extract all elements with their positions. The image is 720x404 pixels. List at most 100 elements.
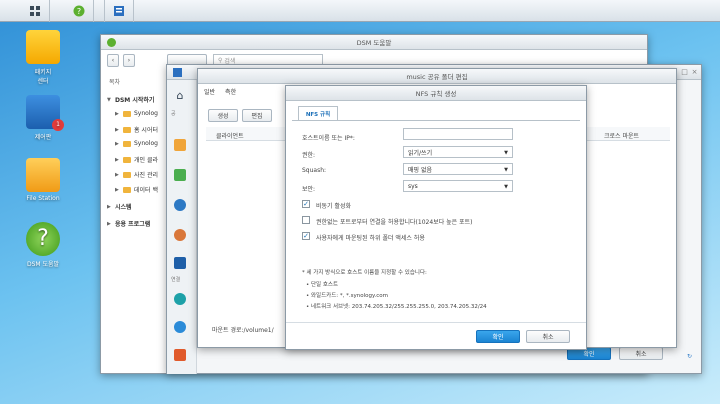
quickconnect-icon [174, 293, 186, 305]
async-checkbox[interactable]: ✓ [302, 200, 310, 208]
folder-icon [26, 158, 60, 192]
nfs-cancel-button[interactable]: 취소 [526, 330, 570, 343]
shared-folder-icon [174, 139, 186, 151]
taskbar: ? [0, 0, 720, 22]
expand-icon: ▶ [115, 186, 119, 193]
tree-item[interactable]: ▶ Synolog [115, 110, 158, 117]
desktop-icon-control-panel[interactable]: 1 제어판 [13, 95, 73, 141]
sidebar-item[interactable] [167, 342, 193, 368]
edit-button[interactable]: 편집 [242, 109, 272, 122]
hostname-note-item: • 네트워크 서브넷: 203.74.205.32/255.255.255.0,… [306, 304, 487, 310]
hostname-note: * 세 가지 방식으로 호스트 이름을 지정할 수 있습니다: [302, 270, 427, 276]
subfolder-access-checkbox[interactable]: ✓ [302, 232, 310, 240]
tab-divider [292, 120, 580, 121]
maximize-icon[interactable]: □ [681, 69, 688, 76]
tree-item[interactable]: ▶ Synolog [115, 140, 158, 147]
tree-item[interactable]: ▶ 홈 시어터 [115, 125, 158, 134]
package-center-icon [26, 30, 60, 64]
forward-button[interactable]: › [123, 54, 135, 67]
control-panel-icon: 1 [26, 95, 64, 131]
tab-permissions[interactable]: 측한 [225, 87, 236, 96]
sidebar-item[interactable] [167, 132, 193, 158]
tree-item[interactable]: ▶ 데이터 백 [115, 185, 158, 194]
folder-icon [123, 110, 131, 117]
chevron-down-icon: ▼ [504, 184, 508, 190]
column-header-client: 클라이언트 [216, 133, 244, 140]
refresh-icon[interactable]: ↻ [687, 353, 692, 360]
domain-icon [174, 257, 186, 269]
group-icon [174, 229, 186, 241]
back-button[interactable]: ‹ [107, 54, 119, 67]
tree-item[interactable]: ▼ DSM 시작하기 [107, 95, 154, 105]
tab-nfs-rule[interactable]: NFS 규칙 [298, 106, 338, 120]
nonpriv-port-label: 권한없는 포트로부터 연결을 허용합니다(1024보다 높은 포트) [316, 219, 473, 226]
chevron-down-icon: ▼ [504, 150, 508, 156]
sidebar-item[interactable] [167, 314, 193, 340]
sidebar-section-label: 연결 [171, 277, 181, 283]
desktop-icon-file-station[interactable]: File Station [13, 158, 73, 202]
expand-icon: ▶ [115, 171, 119, 178]
control-panel-cancel-button[interactable]: 취소 [619, 347, 663, 360]
sidebar-item[interactable] [167, 162, 193, 188]
subfolder-access-label: 사용자에게 마운팅된 하위 폴더 액세스 허용 [316, 235, 425, 242]
hostname-input[interactable] [403, 128, 513, 140]
tree-item[interactable]: ▶ 개인 클라 [115, 155, 158, 164]
network-icon [174, 349, 186, 361]
window-title: DSM 도움말 [356, 39, 392, 47]
grid-icon [29, 6, 40, 16]
tab-general[interactable]: 일반 [204, 87, 215, 96]
help-icon: ? [26, 222, 60, 256]
tree-item[interactable]: ▶ 응용 프로그램 [107, 219, 150, 229]
create-button[interactable]: 생성 [208, 109, 238, 122]
expand-icon: ▶ [115, 156, 119, 163]
mount-path-text: 마운트 경로:/volume1/ [212, 327, 274, 334]
folder-icon [123, 156, 131, 163]
security-label: 보안: [302, 186, 316, 193]
sidebar-item-label: 공 [171, 111, 176, 117]
toc-label: 목차 [109, 79, 121, 86]
hostname-label: 호스트이름 또는 IP*: [302, 135, 355, 142]
nonpriv-port-checkbox[interactable] [302, 216, 310, 224]
taskbar-help-button[interactable]: ? [64, 0, 94, 22]
column-header-cross-mount: 크로스 마운트 [604, 133, 640, 140]
nfs-rule-dialog: NFS 규칙 생성 NFS 규칙 호스트이름 또는 IP*: 권한: 읽기/쓰기… [285, 85, 587, 350]
squash-select[interactable]: 매핑 없음 ▼ [403, 163, 513, 175]
nfs-ok-button[interactable]: 확인 [476, 330, 520, 343]
control-panel-sidebar: ⌂ 공 연결 [167, 80, 197, 374]
svg-text:?: ? [76, 7, 80, 16]
file-services-icon [174, 169, 186, 181]
expand-icon: ▼ [107, 96, 111, 103]
desktop-icon-label: 제어판 [34, 134, 52, 141]
sidebar-item[interactable] [167, 222, 193, 248]
expand-icon: ▶ [115, 126, 119, 133]
home-icon[interactable]: ⌂ [167, 82, 193, 108]
close-icon[interactable]: × [691, 69, 698, 76]
sidebar-item[interactable] [167, 286, 193, 312]
privilege-label: 권한: [302, 152, 316, 159]
async-label: 비동기 활성화 [316, 203, 352, 210]
main-menu-button[interactable] [20, 0, 50, 22]
desktop-icon-dsm-help[interactable]: ? DSM 도움말 [13, 222, 73, 268]
expand-icon: ▶ [107, 203, 111, 210]
tree-item[interactable]: ▶ 사진 관리 [115, 170, 158, 179]
taskbar-control-panel-button[interactable] [104, 0, 134, 22]
folder-icon [123, 140, 131, 147]
help-window-titlebar: DSM 도움말 [101, 35, 647, 50]
sidebar-item[interactable] [167, 192, 193, 218]
dialog-title: NFS 규칙 생성 [415, 90, 457, 98]
user-icon [174, 199, 186, 211]
privilege-select[interactable]: 읽기/쓰기 ▼ [403, 146, 513, 158]
help-icon: ? [73, 5, 84, 17]
folder-icon [123, 171, 131, 178]
hostname-note-item: • 와일드카드: *, *.synology.com [306, 293, 388, 299]
desktop-icon-label: DSM 도움말 [26, 261, 60, 268]
desktop-icon-label: File Station [26, 195, 60, 202]
tree-item[interactable]: ▶ 시스템 [107, 202, 132, 212]
security-select[interactable]: sys ▼ [403, 180, 513, 192]
desktop-icon-package-center[interactable]: 패키지 센터 [13, 30, 73, 85]
sidebar-item[interactable] [167, 250, 193, 276]
folder-icon [123, 186, 131, 193]
footer-divider [286, 322, 586, 323]
share-window-titlebar: music 공유 폴더 편집 [198, 69, 676, 84]
expand-icon: ▶ [115, 140, 119, 147]
